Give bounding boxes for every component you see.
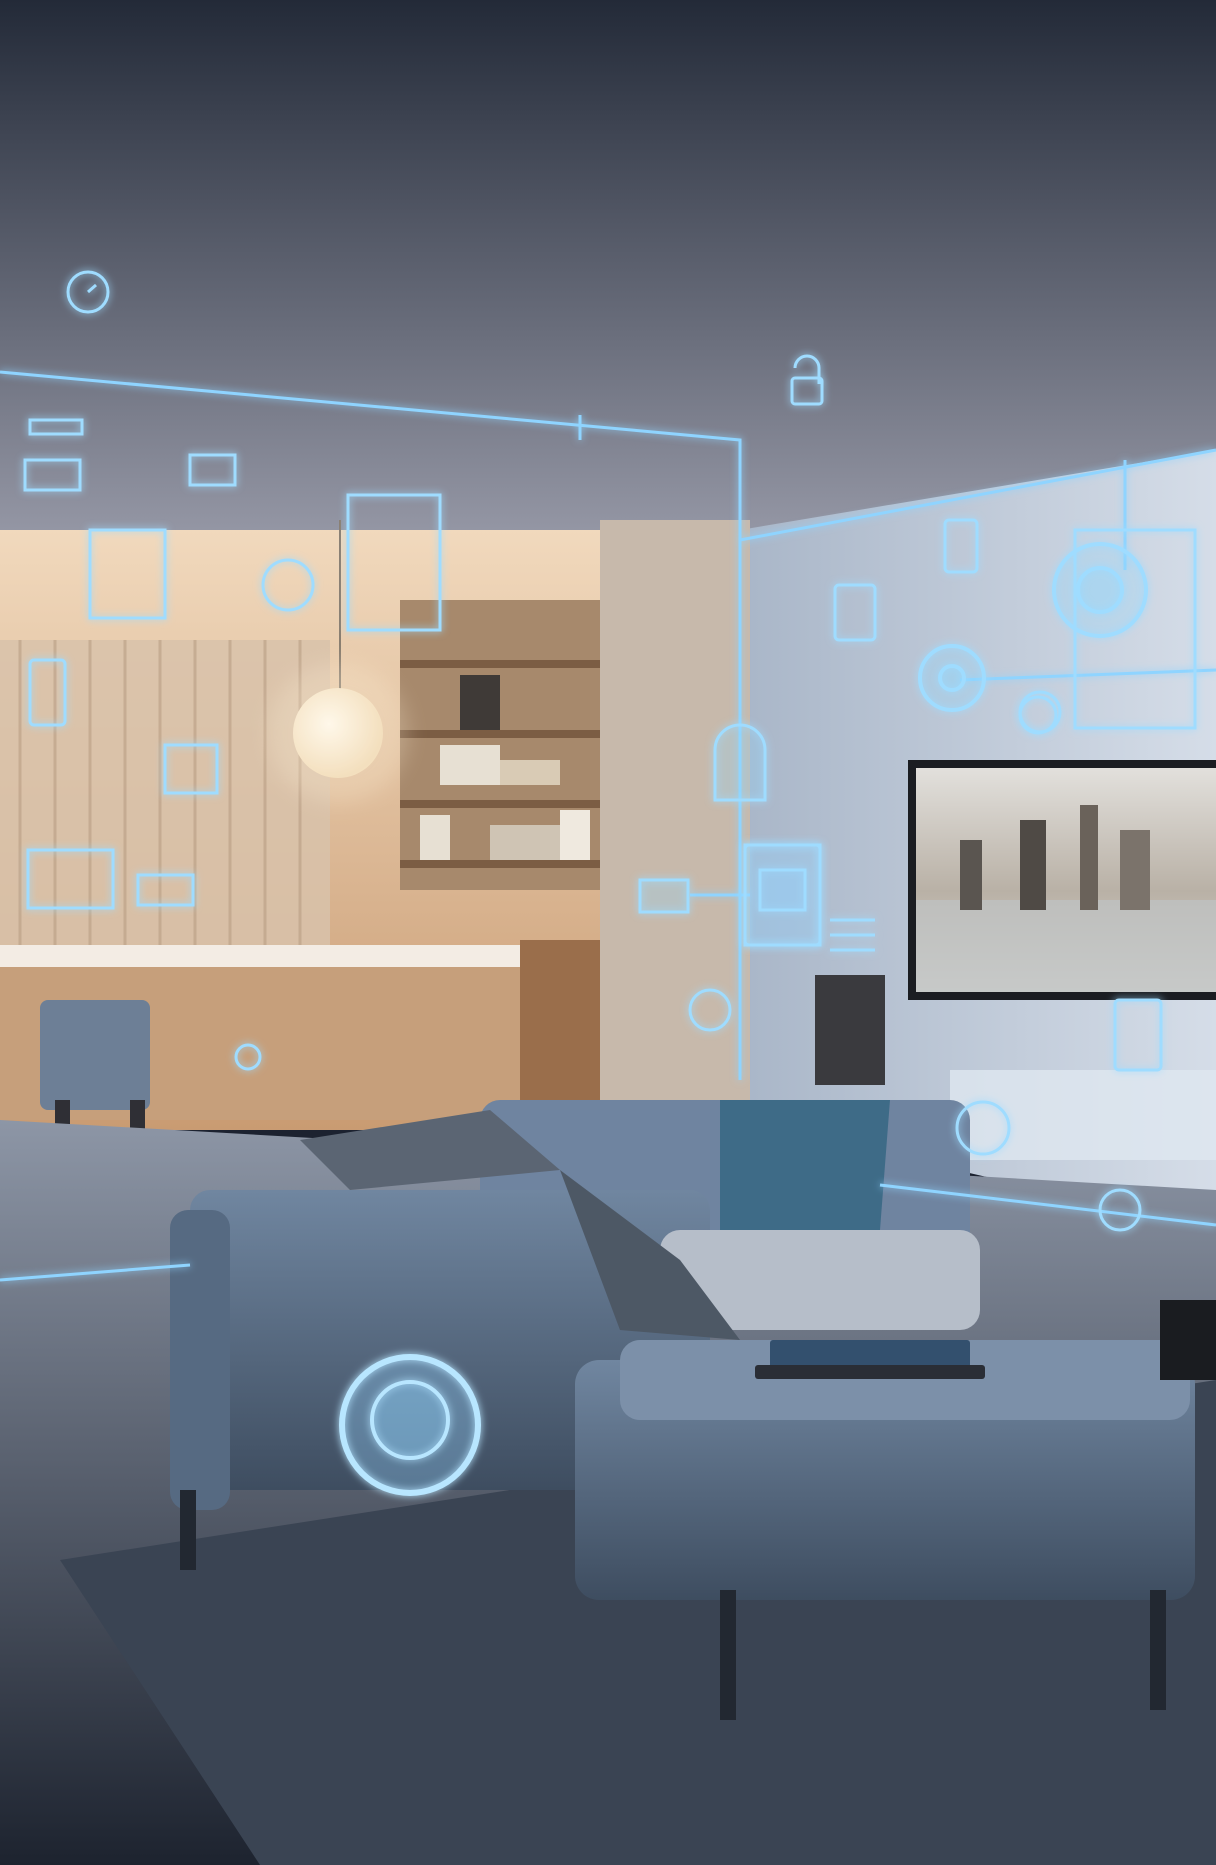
tv-icon — [743, 843, 822, 947]
media-console — [950, 1070, 1216, 1160]
wall-tv — [908, 760, 1216, 1000]
picture-frame — [815, 975, 885, 1085]
scene-illustration — [0, 0, 1216, 1865]
light-bulb-icon — [713, 723, 767, 802]
bookshelf — [400, 600, 600, 890]
kitchen-countertop — [0, 945, 530, 967]
pillow-blue — [720, 1100, 890, 1230]
curtains — [0, 640, 330, 970]
ceiling — [0, 0, 1216, 560]
smart-home-living-room-scene — [0, 0, 1216, 1865]
side-table — [1160, 1300, 1216, 1380]
partition-wall — [600, 520, 750, 1120]
sofa-smart-button-icon — [339, 1354, 481, 1496]
camera-icon — [918, 644, 986, 712]
